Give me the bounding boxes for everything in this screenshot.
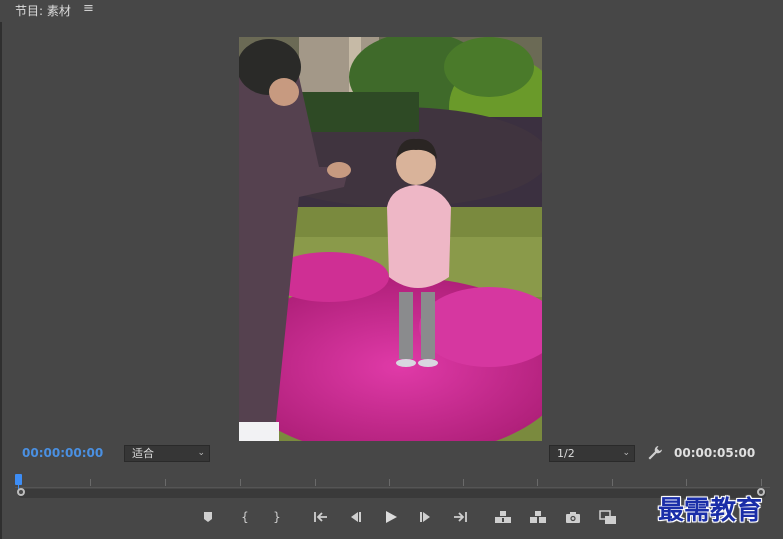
panel-border [0, 22, 2, 539]
comparison-view-icon [599, 509, 616, 524]
go-to-out-icon [454, 512, 467, 522]
step-forward-button[interactable] [417, 508, 435, 526]
scrollbar-left-handle[interactable] [17, 488, 25, 496]
chevron-down-icon: ⌄ [197, 448, 205, 458]
extract-button[interactable] [529, 508, 547, 526]
duration-timecode: 00:00:05:00 [674, 446, 756, 460]
mark-in-icon: { [241, 510, 249, 524]
step-back-button[interactable] [346, 508, 364, 526]
zoom-level-select[interactable]: 适合 ⌄ [124, 445, 210, 462]
go-to-out-button[interactable] [451, 508, 469, 526]
zoom-level-value: 适合 [132, 447, 154, 460]
go-to-in-icon [314, 512, 327, 522]
comparison-view-button[interactable] [599, 508, 617, 526]
add-marker-button[interactable] [199, 508, 217, 526]
hamburger-menu-icon[interactable]: ≡ [83, 1, 94, 16]
go-to-in-button[interactable] [312, 508, 330, 526]
time-ruler[interactable] [15, 471, 770, 490]
mark-in-button[interactable]: { [236, 508, 254, 526]
wrench-settings-icon[interactable] [647, 445, 663, 461]
zoom-scrollbar[interactable] [18, 489, 766, 498]
export-frame-icon [566, 511, 580, 523]
panel-title[interactable]: 节目: 素材 [15, 2, 71, 19]
lift-icon [495, 511, 511, 523]
play-button[interactable] [382, 508, 400, 526]
watermark-logo: 最需教育 [658, 496, 763, 526]
add-marker-icon [204, 512, 212, 522]
step-back-icon [351, 512, 361, 522]
playback-resolution-select[interactable]: 1/2 ⌄ [549, 445, 635, 462]
lift-button[interactable] [494, 508, 512, 526]
program-monitor-video [239, 37, 542, 441]
current-timecode[interactable]: 00:00:00:00 [22, 446, 103, 460]
step-forward-icon [420, 512, 430, 522]
chevron-down-icon: ⌄ [622, 448, 630, 458]
panel-header: 节目: 素材 ≡ [0, 0, 783, 22]
mark-out-button[interactable]: } [268, 508, 286, 526]
mark-out-icon: } [273, 510, 281, 524]
play-icon [386, 511, 397, 523]
playback-resolution-value: 1/2 [557, 447, 575, 460]
export-frame-button[interactable] [564, 508, 582, 526]
extract-icon [530, 511, 546, 523]
